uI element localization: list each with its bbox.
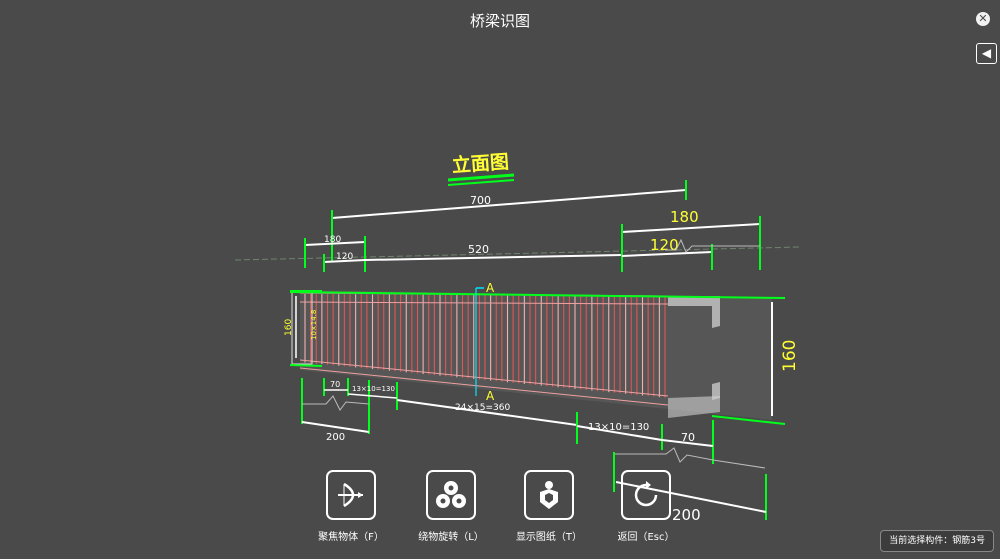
- orbit-rotate-button[interactable]: 绕物旋转（L）: [416, 470, 486, 543]
- dim-70-right-label: 70: [681, 431, 695, 444]
- dim-520-label: 520: [468, 243, 489, 256]
- selection-status: 当前选择构件：钢筋3号: [880, 530, 994, 552]
- dim-160-left-label: 160: [284, 319, 294, 336]
- circles-icon: [426, 470, 476, 520]
- dim-160-right-label: 160: [780, 340, 800, 372]
- dim-small-left-label: 10×14.8: [310, 310, 318, 340]
- dim-13-left-line: [347, 393, 398, 399]
- dim-180-left-label: 180: [324, 235, 341, 245]
- dim-200-left-line: [301, 421, 370, 433]
- dim-120-right-label: 120: [650, 236, 679, 254]
- beam-body[interactable]: [291, 290, 772, 420]
- dim-70-left-label: 70: [330, 380, 340, 389]
- break-mark-right: [614, 447, 766, 469]
- dim-120-left-label: 120: [336, 252, 353, 262]
- focus-object-label: 聚焦物体（F）: [318, 532, 384, 543]
- dim-13-right-label: 13×10=130: [588, 422, 649, 433]
- dim-360-label: 24×15=360: [455, 403, 510, 413]
- bottom-toolbar: 聚焦物体（F） 绕物旋转（L） 显示图纸（T） 返回（Esc）: [300, 470, 730, 550]
- section-mark-bottom: A: [486, 389, 495, 403]
- dim-700-line: [331, 189, 687, 219]
- beam-left-edge-bot: [289, 364, 323, 367]
- dim-520-line: [364, 254, 623, 261]
- rotate-back-icon: [621, 470, 671, 520]
- ground-line: [234, 246, 801, 261]
- section-mark-top: A: [486, 281, 495, 295]
- return-button[interactable]: 返回（Esc）: [611, 470, 681, 543]
- bow-arrow-icon: [326, 470, 376, 520]
- show-drawing-button[interactable]: 显示图纸（T）: [514, 470, 584, 543]
- hand-shape-icon: [524, 470, 574, 520]
- return-label: 返回（Esc）: [617, 532, 675, 543]
- break-mark-left: [302, 395, 370, 411]
- orbit-rotate-label: 绕物旋转（L）: [418, 532, 484, 543]
- show-drawing-label: 显示图纸（T）: [515, 532, 583, 543]
- dim-700-label: 700: [470, 194, 491, 207]
- dim-200-left-label: 200: [326, 432, 345, 443]
- view-title: 立面图: [451, 150, 509, 177]
- dim-13-left-label: 13×10=130: [352, 385, 395, 393]
- dim-180-right-label: 180: [670, 208, 699, 226]
- focus-object-button[interactable]: 聚焦物体（F）: [316, 470, 386, 543]
